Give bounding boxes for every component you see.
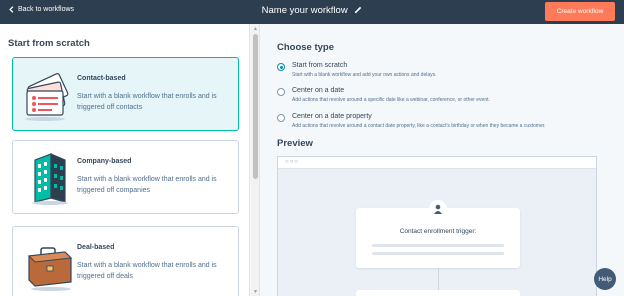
pencil-icon[interactable] [354, 6, 362, 14]
card-description: Start with a blank workflow that enrolls… [77, 93, 217, 111]
option-label: Center on a date [292, 87, 345, 94]
placeholder-line [372, 244, 504, 247]
card-description: Start with a blank workflow that enrolls… [77, 262, 217, 280]
option-label: Start from scratch [292, 62, 348, 69]
create-workflow-button[interactable]: Create workflow [545, 2, 615, 21]
preview-pane: ○○○ Contact enrollment trigger: [277, 156, 597, 296]
preview-heading: Preview [277, 138, 313, 149]
scroll-down-arrow-icon[interactable]: ▼ [253, 289, 258, 295]
person-icon [429, 200, 447, 218]
next-action-card [356, 290, 520, 296]
enrollment-trigger-card: Contact enrollment trigger: [356, 200, 520, 268]
right-panel: Choose type Start from scratch Start wit… [261, 24, 624, 296]
card-description: Start with a blank workflow that enrolls… [77, 176, 217, 194]
flow-connector [438, 268, 439, 290]
option-description: Start with a blank workflow and add your… [292, 72, 437, 78]
radio-button[interactable] [277, 63, 285, 71]
building-icon [32, 153, 68, 205]
option-description: Add actions that revolve around a contac… [292, 123, 546, 129]
option-description: Add actions that revolve around a specif… [292, 97, 490, 103]
help-button[interactable]: Help [594, 268, 616, 290]
trigger-label: Contact enrollment trigger: [399, 228, 477, 235]
workflow-name-label: Name your workflow [261, 5, 348, 16]
deal-based-card[interactable]: Deal-based Start with a blank workflow t… [12, 226, 239, 296]
contact-based-card[interactable]: Contact-based Start with a blank workflo… [12, 57, 239, 131]
workflow-name[interactable]: Name your workflow [0, 5, 624, 16]
left-panel-scrollbar[interactable]: ▲ ▼ [251, 24, 260, 296]
placeholder-line [372, 252, 504, 255]
start-from-scratch-heading: Start from scratch [8, 38, 90, 49]
option-label: Center on a date property [292, 113, 372, 120]
card-title: Company-based [77, 158, 132, 165]
card-title: Contact-based [77, 75, 126, 82]
left-panel: Start from scratch Contact-based Start w… [0, 24, 250, 296]
card-title: Deal-based [77, 244, 115, 251]
scroll-up-arrow-icon[interactable]: ▲ [253, 26, 258, 32]
scrollbar-thumb[interactable] [253, 34, 258, 179]
top-bar: Back to workflows Name your workflow Cre… [0, 0, 624, 24]
company-based-card[interactable]: Company-based Start with a blank workflo… [12, 140, 239, 214]
preview-window-bar: ○○○ [278, 157, 596, 169]
choose-type-heading: Choose type [277, 42, 335, 53]
contact-cards-icon [25, 72, 69, 121]
radio-button[interactable] [277, 114, 285, 122]
window-dots-icon: ○○○ [285, 159, 299, 165]
briefcase-icon [27, 247, 73, 291]
radio-button[interactable] [277, 88, 285, 96]
